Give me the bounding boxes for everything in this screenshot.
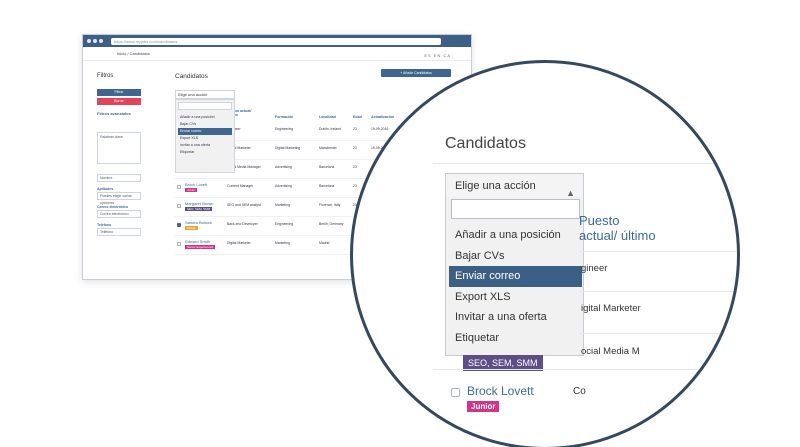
zoom-candidate-name[interactable]: Brock Lovett	[467, 384, 534, 398]
window-dot-icon[interactable]	[93, 39, 97, 43]
zoom-action-option[interactable]: Invitar a una oferta	[449, 307, 582, 328]
row-checkbox[interactable]	[177, 223, 181, 227]
zoom-action-option[interactable]: Enviar correo	[449, 266, 582, 287]
city-cell: Madrid	[319, 241, 330, 245]
phone-field[interactable]: Teléfono	[97, 228, 141, 236]
divider	[579, 333, 737, 334]
education-cell: Engineering	[275, 127, 294, 131]
phone-label: Teléfono	[97, 223, 112, 227]
zoom-action-option[interactable]: Etiquetar	[449, 328, 582, 349]
candidate-name[interactable]: Margaret Brown	[185, 201, 213, 206]
email-label: Correo electrónico	[97, 205, 129, 209]
zoom-title: Candidatos	[445, 135, 526, 152]
zoom-row-job: gineer	[581, 263, 608, 274]
action-option[interactable]: Export XLS	[178, 135, 232, 142]
column-header[interactable]: Formación	[275, 115, 293, 119]
zoom-action-option[interactable]: Añadir a una posición	[449, 225, 582, 246]
email-field[interactable]: Correo electrónico	[97, 210, 141, 218]
zoom-column-text: Puesto actual/ último	[579, 213, 656, 243]
skill-badge: Mobile	[185, 226, 198, 230]
education-cell: Marketing	[275, 241, 290, 245]
divider	[433, 163, 737, 164]
action-option[interactable]: Añadir a una posición	[178, 114, 232, 121]
zoom-action-dropdown: Añadir a una posición Bajar CVs Enviar cor…	[445, 197, 584, 356]
magnifier: Candidatos Elige una acción ▲ Añadir a u…	[350, 60, 740, 447]
education-cell: Marketing	[275, 203, 290, 207]
window-dot-icon[interactable]	[87, 39, 91, 43]
zoom-row-job: Co	[573, 386, 586, 397]
action-option[interactable]: Enviar correo	[178, 128, 232, 135]
education-cell: Engineering	[275, 222, 294, 226]
divider	[579, 291, 737, 292]
filter-button[interactable]: Filtrar	[97, 89, 141, 96]
candidate-name[interactable]: Edward Smith	[185, 239, 210, 244]
zoom-badge-junior: Junior	[467, 401, 500, 412]
education-cell: Digital Marketing	[275, 146, 301, 150]
job-cell: Content Manager	[227, 184, 254, 188]
skill-badge: Junior	[185, 188, 198, 192]
action-search-input[interactable]	[178, 102, 232, 110]
zoom-select-label: Elige una acción	[455, 180, 536, 192]
url-bar[interactable]: https://www.myjobs.com/candidatos	[111, 37, 441, 45]
candidate-name[interactable]: Brock Lovett	[185, 182, 207, 187]
job-cell: SEO and SEM analyst	[227, 203, 261, 207]
city-cell: Berlin, Germany	[319, 222, 344, 226]
city-cell: Barcelona	[319, 184, 335, 188]
zoom-action-select[interactable]: Elige una acción ▲	[445, 173, 584, 198]
zoom-column-header[interactable]: Puesto actual/ último	[579, 213, 659, 243]
zoom-action-search-input[interactable]	[451, 199, 580, 219]
divider	[433, 369, 737, 370]
row-checkbox[interactable]	[177, 185, 181, 189]
job-cell: Digital Marketer	[227, 241, 251, 245]
skill-badge: Senior Experienced	[185, 245, 216, 249]
clear-button[interactable]: Borrar	[97, 98, 141, 105]
column-header[interactable]: Localidad	[319, 115, 336, 119]
advanced-filters-link[interactable]: Filtros avanzados	[97, 111, 159, 116]
filters-sidebar: Filtros Filtrar Borrar Filtros avanzados…	[97, 73, 159, 236]
zoom-row-job: igital Marketer	[581, 303, 641, 314]
action-option[interactable]: Etiquetar	[178, 149, 232, 156]
divider	[579, 251, 737, 252]
name-field[interactable]: Nombre	[97, 174, 141, 182]
skills-label: Aptitudes	[97, 187, 114, 191]
action-dropdown: Añadir a una posición Bajar CVs Enviar cor…	[175, 99, 235, 173]
skills-field[interactable]: Puedes elegir varias opciones	[97, 192, 141, 205]
window-dot-icon[interactable]	[99, 39, 103, 43]
job-cell: Back-end Developer	[227, 222, 258, 226]
action-select[interactable]: Elige una acción	[175, 90, 235, 99]
city-cell: Florence, Italy	[319, 203, 341, 207]
zoom-row-checkbox[interactable]	[451, 388, 460, 397]
keywords-textarea[interactable]: Palabras clave	[97, 132, 141, 164]
skill-badge: SEO, SEM, SMM	[185, 207, 213, 211]
zoom-row-job: ocial Media M	[581, 346, 640, 357]
breadcrumb: Inicio / Candidatos	[83, 47, 471, 61]
zoom-action-option[interactable]: Bajar CVs	[449, 246, 582, 267]
candidate-name[interactable]: Sandra Bullock	[185, 220, 212, 225]
language-switch[interactable]: ES EN CA	[424, 53, 451, 58]
city-cell: Barcelona	[319, 165, 335, 169]
education-cell: Advertising	[275, 165, 292, 169]
browser-chrome: https://www.myjobs.com/candidatos	[83, 35, 471, 47]
city-cell: Manchester	[319, 146, 337, 150]
action-option[interactable]: Bajar CVs	[178, 121, 232, 128]
education-cell: Advertising	[275, 184, 292, 188]
city-cell: Dublin, Ireland	[319, 127, 341, 131]
zoom-action-option[interactable]: Export XLS	[449, 287, 582, 308]
row-checkbox[interactable]	[177, 204, 181, 208]
action-option[interactable]: Invitar a una oferta	[178, 142, 232, 149]
filters-title: Filtros	[97, 73, 114, 79]
row-checkbox[interactable]	[177, 242, 181, 246]
